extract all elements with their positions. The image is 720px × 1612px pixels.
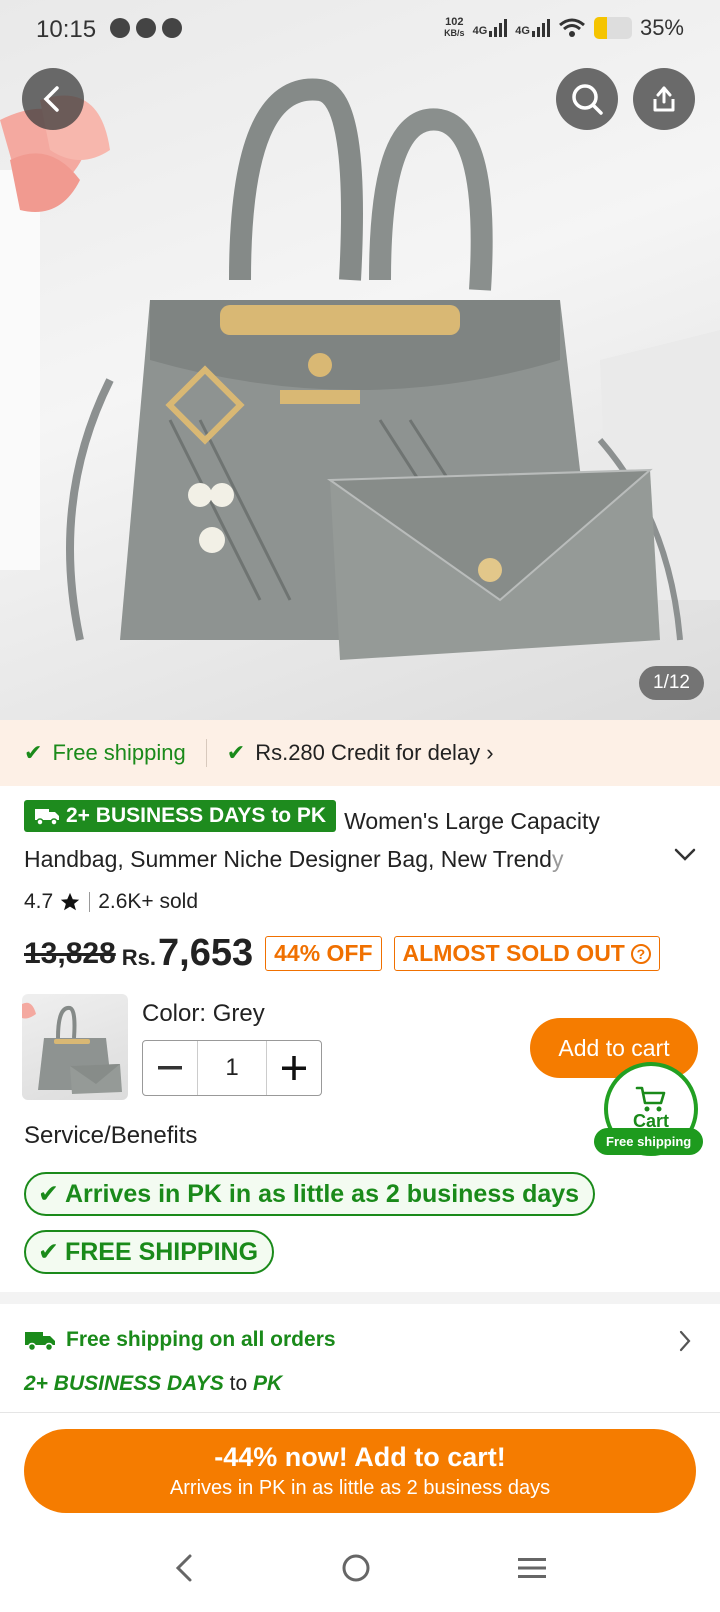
quantity-value[interactable]: 1 (197, 1041, 267, 1095)
quantity-stepper: 1 (142, 1040, 322, 1096)
signal-icon-2: 4G (515, 19, 550, 37)
battery-icon (593, 17, 632, 39)
star-icon (61, 892, 80, 911)
nav-back-icon[interactable] (172, 1553, 196, 1583)
network-speed-value: 102 (445, 16, 464, 28)
title-line-2: Handbag, Summer Niche Designer Bag, New … (24, 846, 552, 872)
product-title[interactable]: 2+ BUSINESS DAYS to PK Women's Large Cap… (24, 800, 684, 878)
service-title: Service/Benefits (24, 1122, 198, 1149)
help-icon: ? (630, 943, 651, 964)
shipping-banner[interactable]: ✔ Free shipping ✔ Rs.280 Credit for dela… (0, 720, 720, 786)
plus-icon (282, 1056, 306, 1080)
delay-credit-label: Rs.280 Credit for delay (255, 740, 481, 765)
truck-icon (25, 1332, 55, 1352)
add-to-cart-cta-button[interactable]: -44% now! Add to cart! Arrives in PK in … (24, 1429, 696, 1513)
sale-price: 7,653 (158, 932, 254, 974)
shipping-to: to (229, 1372, 248, 1395)
benefit-pill-arrival: ✔ Arrives in PK in as little as 2 busine… (24, 1172, 596, 1216)
bottom-cta-bar: -44% now! Add to cart! Arrives in PK in … (0, 1412, 720, 1524)
signal-icon-1: 4G (473, 19, 508, 37)
network-speed: 102 KB/s (444, 17, 465, 39)
color-label: Color: Grey (142, 1000, 265, 1027)
shipping-days-value: 2+ BUSINESS DAYS (24, 1372, 224, 1395)
divider (205, 739, 207, 767)
whatsapp-icon (110, 18, 130, 38)
stock-status-text: ALMOST SOLD OUT (402, 940, 625, 966)
decrease-button[interactable] (143, 1041, 197, 1095)
minus-icon (158, 1066, 182, 1070)
free-shipping-label: Free shipping (52, 740, 186, 765)
shipping-days: 2+ BUSINESS DAYS to PK (24, 1372, 282, 1396)
cart-icon (635, 1086, 666, 1111)
delivery-badge: 2+ BUSINESS DAYS to PK (24, 800, 337, 832)
cta-subline: Arrives in PK in as little as 2 business… (169, 1477, 551, 1499)
notification-icons (110, 18, 182, 38)
share-button[interactable] (633, 68, 695, 130)
share-icon (653, 86, 675, 112)
section-divider (0, 1292, 720, 1304)
network-type-1: 4G (472, 25, 488, 37)
discount-tag: 44% OFF (265, 936, 382, 971)
facebook-icon (162, 18, 182, 38)
youtube-icon (136, 18, 156, 38)
back-button[interactable] (22, 68, 84, 130)
title-fade: y (551, 846, 564, 872)
original-price: 13,828 (24, 936, 116, 970)
nav-home-icon[interactable] (340, 1552, 372, 1584)
shipping-info-row[interactable]: Free shipping on all orders (24, 1328, 336, 1352)
sold-count: 2.6K+ sold (98, 890, 199, 913)
chevron-right-icon[interactable] (678, 1330, 692, 1352)
status-bar: 10:15 102 KB/s 4G 4G 35% (0, 0, 720, 58)
system-indicators: 102 KB/s 4G 4G 35% (444, 15, 684, 41)
increase-button[interactable] (267, 1041, 321, 1095)
benefit-pill-free-shipping: ✔ FREE SHIPPING (24, 1230, 275, 1274)
search-button[interactable] (556, 68, 618, 130)
network-type-2: 4G (515, 25, 530, 37)
chevron-down-icon[interactable] (674, 848, 696, 862)
check-icon: ✔ (38, 1238, 59, 1266)
handbag-thumbnail-image (22, 1002, 122, 1094)
divider (89, 892, 91, 912)
rating-value: 4.7 (24, 890, 54, 913)
currency: Rs. (121, 944, 157, 970)
shipping-info-title: Free shipping on all orders (66, 1328, 336, 1351)
chevron-left-icon (43, 86, 59, 112)
nav-menu-icon[interactable] (516, 1555, 548, 1581)
wifi-icon (558, 18, 585, 37)
image-counter: 1/12 (639, 666, 704, 700)
benefit-text: FREE SHIPPING (64, 1237, 259, 1266)
check-icon: ✔ (226, 740, 246, 765)
stock-status-tag[interactable]: ALMOST SOLD OUT ? (393, 936, 660, 971)
benefit-text: Arrives in PK in as little as 2 business… (64, 1179, 580, 1208)
check-icon: ✔ (38, 1180, 59, 1208)
delivery-badge-text: 2+ BUSINESS DAYS to PK (66, 804, 327, 827)
search-icon (572, 84, 603, 115)
battery-percent: 35% (639, 15, 684, 40)
product-image-gallery[interactable]: 10:15 102 KB/s 4G 4G 35% 1/12 (0, 0, 720, 720)
check-icon: ✔ (24, 740, 43, 765)
cart-free-shipping-badge: Free shipping (594, 1128, 704, 1155)
title-line-1: Women's Large Capacity (344, 808, 600, 834)
variant-thumbnail[interactable] (22, 994, 128, 1100)
cta-headline: -44% now! Add to cart! (214, 1442, 506, 1472)
clock: 10:15 (36, 16, 97, 43)
rating-row[interactable]: 4.7 2.6K+ sold (24, 890, 198, 914)
truck-icon (35, 809, 59, 826)
network-speed-unit: KB/s (444, 28, 465, 38)
shipping-destination: PK (252, 1372, 283, 1395)
system-nav-bar (0, 1524, 720, 1612)
price-row: 13,828 Rs. 7,653 44% OFF ALMOST SOLD OUT… (24, 932, 672, 975)
chevron-right-icon: › (486, 740, 494, 765)
